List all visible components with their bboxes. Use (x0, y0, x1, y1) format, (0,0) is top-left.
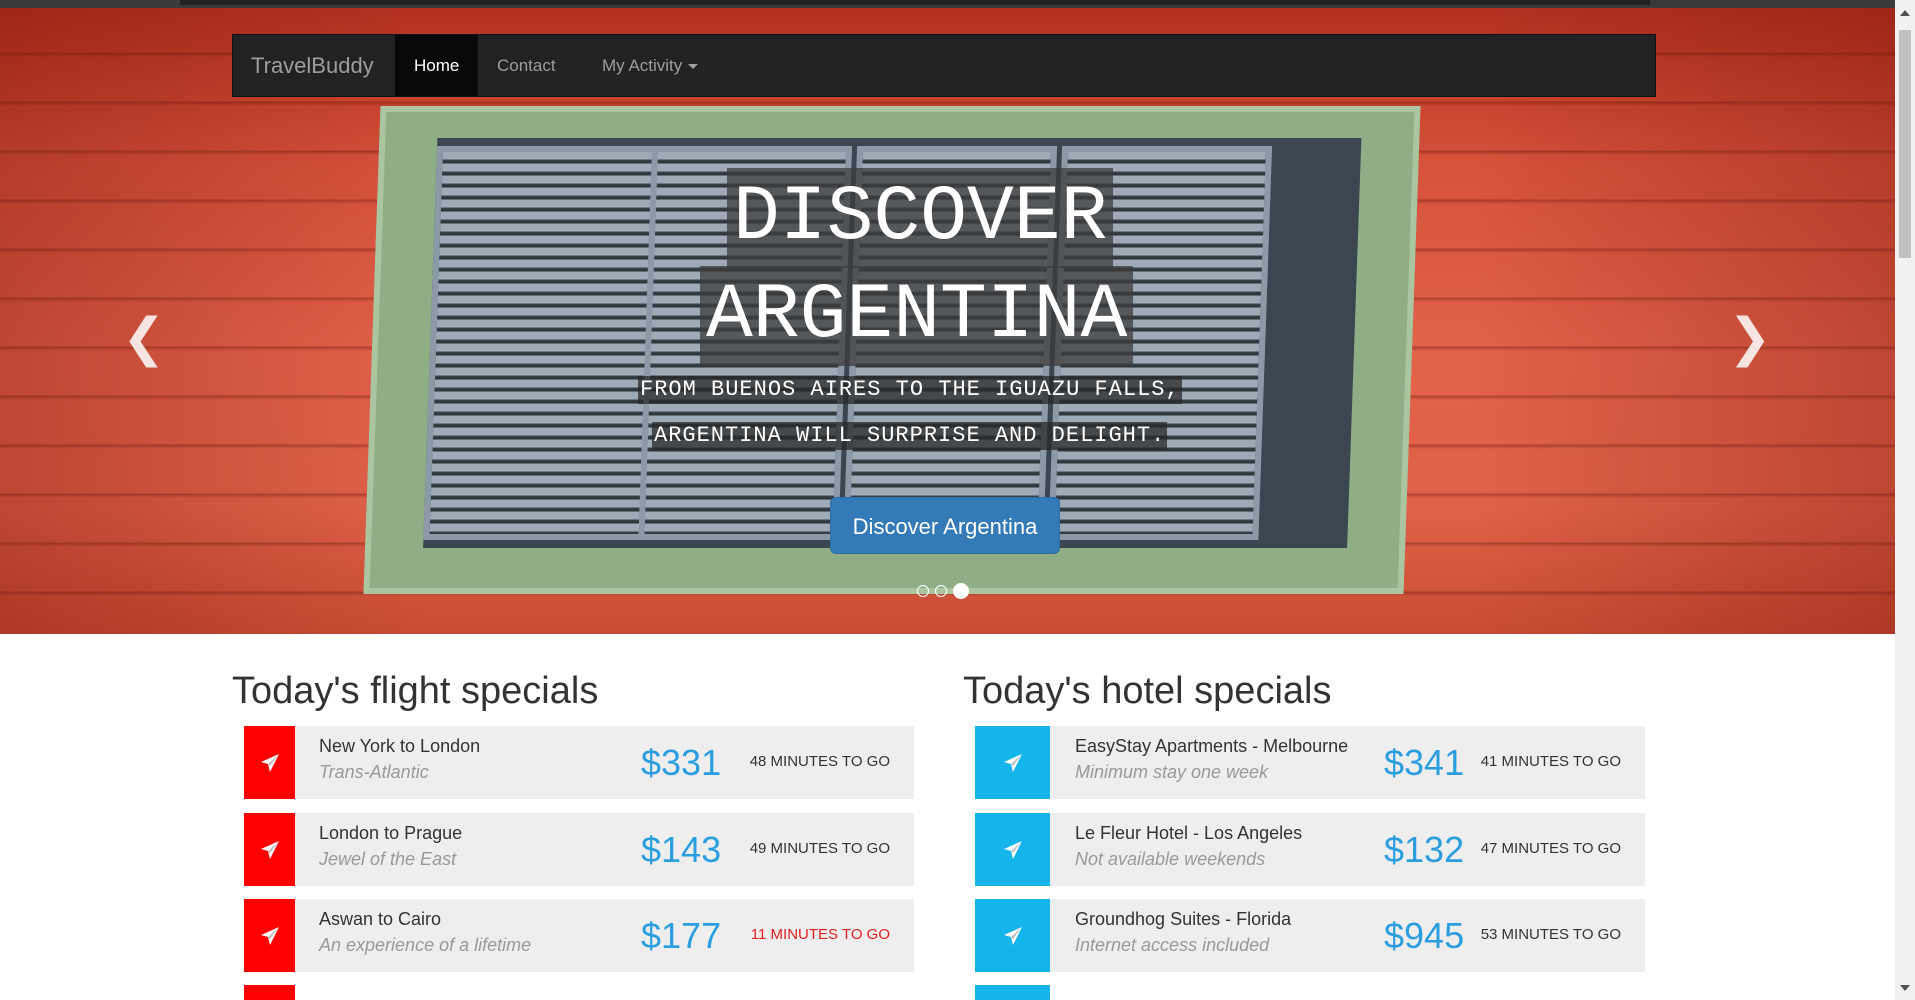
chevron-left-icon: ❮ (122, 308, 166, 368)
brand-logo[interactable]: TravelBuddy (251, 35, 374, 96)
carousel-prev-button[interactable]: ❮ (122, 308, 166, 368)
hotel-special-title[interactable]: Groundhog Suites - Florida (1075, 909, 1291, 930)
hotel-special-countdown: 53 MINUTES TO GO (1480, 926, 1621, 943)
hotel-specials-title: Today's hotel specials (963, 670, 1332, 712)
flight-special-subtitle: Trans-Atlantic (319, 762, 429, 782)
hotel-special-title[interactable]: Le Fleur Hotel - Los Angeles (1075, 823, 1302, 844)
nav-contact-label: Contact (497, 56, 556, 75)
flight-icon-box (244, 726, 295, 799)
browser-top-edge (0, 0, 1915, 8)
navbar: TravelBuddy Home Contact My Activity (232, 34, 1656, 97)
nav-my-activity-dropdown[interactable]: My Activity (583, 35, 717, 96)
hotel-row-partial (975, 985, 1050, 1000)
hotel-special-row[interactable]: Le Fleur Hotel - Los Angeles Not availabl… (975, 813, 1645, 886)
hotel-special-title[interactable]: EasyStay Apartments - Melbourne (1075, 736, 1348, 757)
flight-specials-title: Today's flight specials (232, 670, 599, 712)
flight-special-price: $143 (641, 829, 722, 870)
flight-icon-box (244, 899, 295, 972)
scrollbar-thumb[interactable] (1899, 30, 1911, 258)
flight-special-title[interactable]: New York to London (319, 736, 480, 757)
caret-down-icon (688, 64, 699, 70)
flight-row-partial (244, 985, 295, 1000)
nav-home-label: Home (414, 56, 460, 75)
hotel-special-row[interactable]: EasyStay Apartments - Melbourne Minimum s… (975, 726, 1645, 799)
carousel-next-button[interactable]: ❯ (1728, 308, 1772, 368)
hotel-special-price: $341 (1384, 742, 1465, 783)
hero-headline-line2: ARGENTINA (700, 266, 1134, 366)
nav-contact[interactable]: Contact (478, 35, 575, 96)
hotel-special-subtitle: Minimum stay one week (1075, 762, 1269, 782)
flight-special-countdown: 48 MINUTES TO GO (749, 753, 890, 770)
hotel-special-countdown: 41 MINUTES TO GO (1480, 753, 1621, 770)
flight-special-price: $331 (641, 742, 722, 783)
hero-subline-1: FROM BUENOS AIRES TO THE IGUAZU FALLS, (638, 376, 1182, 404)
flight-special-price: $177 (641, 915, 722, 956)
hotel-icon-box (975, 899, 1050, 972)
hero-subline-2: ARGENTINA WILL SURPRISE AND DELIGHT. (652, 422, 1168, 450)
flight-special-subtitle: An experience of a lifetime (319, 935, 532, 955)
discover-argentina-button[interactable]: Discover Argentina (830, 497, 1060, 554)
scroll-up-arrow-icon[interactable] (1900, 10, 1910, 16)
nav-home[interactable]: Home (395, 35, 479, 96)
hero-carousel: ❮ ❯ DISCOVER ARGENTINA FROM BUENOS AIRES… (0, 8, 1895, 634)
nav-my-activity-label: My Activity (602, 56, 683, 75)
hotel-icon-box (975, 813, 1050, 886)
flight-special-row[interactable]: London to Prague Jewel of the East $143 49 … (244, 813, 914, 886)
hotel-special-price: $945 (1384, 915, 1465, 956)
carousel-indicators (917, 582, 975, 599)
flight-special-countdown: 11 MINUTES TO GO (750, 926, 890, 943)
flight-special-subtitle: Jewel of the East (319, 849, 457, 869)
flight-special-countdown: 49 MINUTES TO GO (749, 840, 890, 857)
hotel-special-countdown: 47 MINUTES TO GO (1480, 840, 1621, 857)
hotel-icon-box (975, 726, 1050, 799)
chevron-right-icon: ❯ (1728, 308, 1772, 368)
flight-special-title[interactable]: Aswan to Cairo (319, 909, 441, 930)
carousel-indicator-3[interactable] (953, 582, 969, 599)
flight-icon-box (244, 813, 295, 886)
hotel-special-subtitle: Not available weekends (1075, 849, 1266, 869)
hotel-special-subtitle: Internet access included (1075, 935, 1270, 955)
hotel-special-price: $132 (1384, 829, 1465, 870)
hotel-special-row[interactable]: Groundhog Suites - Florida Internet acces… (975, 899, 1645, 972)
flight-special-row[interactable]: Aswan to Cairo An experience of a lifetim… (244, 899, 914, 972)
page-scrollbar[interactable] (1895, 0, 1915, 1000)
hero-headline-line1: DISCOVER (727, 168, 1114, 268)
scroll-down-arrow-icon[interactable] (1900, 985, 1910, 991)
carousel-indicator-2[interactable] (935, 584, 947, 597)
flight-special-row[interactable]: New York to London Trans-Atlantic $331 48 M… (244, 726, 914, 799)
flight-special-title[interactable]: London to Prague (319, 823, 462, 844)
carousel-indicator-1[interactable] (917, 584, 929, 597)
